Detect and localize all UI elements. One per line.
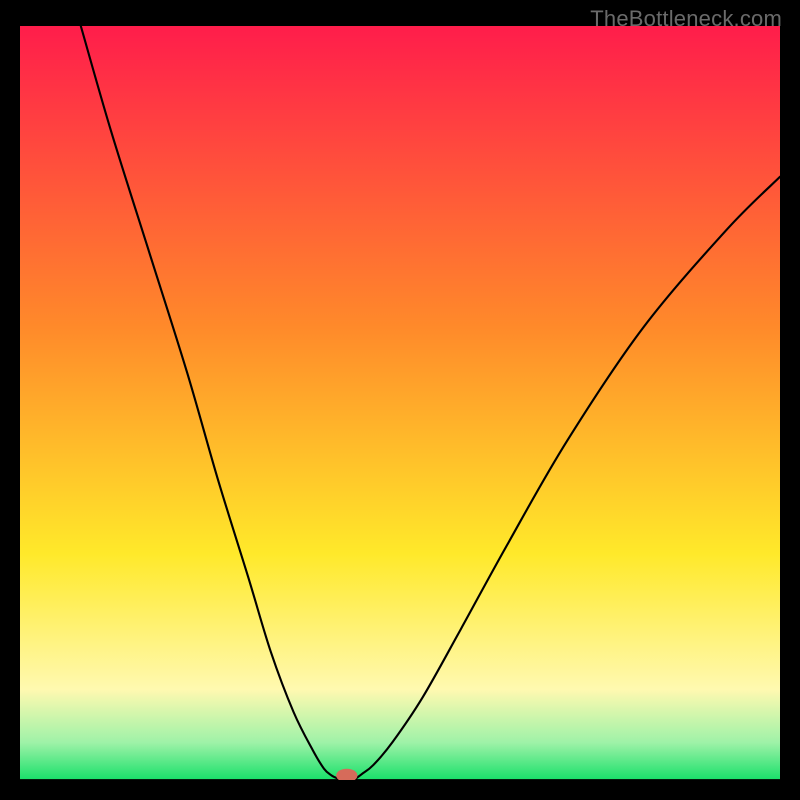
chart-stage: TheBottleneck.com	[0, 0, 800, 800]
plot-area	[20, 26, 780, 780]
gradient-background	[20, 26, 780, 780]
chart-svg	[20, 26, 780, 780]
